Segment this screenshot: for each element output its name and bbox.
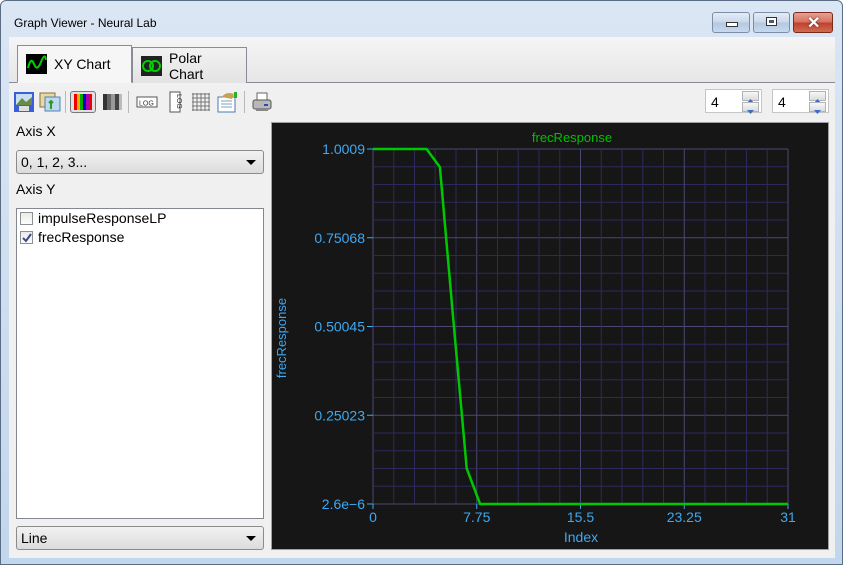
tab-strip: XY Chart Polar Chart bbox=[9, 37, 835, 83]
y-tick-label: 0.50045 bbox=[314, 319, 365, 335]
chevron-down-icon bbox=[246, 160, 256, 165]
spinner-1-value: 4 bbox=[711, 94, 719, 110]
maximize-icon bbox=[766, 17, 777, 26]
y-tick-label: 1.0009 bbox=[322, 141, 365, 157]
series-label: frecResponse bbox=[38, 229, 125, 245]
grid-icon bbox=[192, 93, 210, 111]
properties-icon bbox=[217, 92, 237, 113]
x-tick-label: 23.25 bbox=[667, 509, 702, 525]
axis-y-series-list: impulseResponseLP frecResponse bbox=[16, 208, 264, 519]
svg-text:LOG: LOG bbox=[139, 101, 154, 108]
spinner-2-value: 4 bbox=[778, 94, 786, 110]
print-icon bbox=[252, 92, 272, 111]
series-item-impulseResponseLP[interactable]: impulseResponseLP bbox=[20, 209, 166, 227]
axis-x-label: Axis X bbox=[16, 123, 56, 139]
close-icon: ✕ bbox=[807, 15, 821, 32]
axis-y-label: Axis Y bbox=[16, 181, 56, 197]
minimize-icon bbox=[726, 22, 738, 27]
spinner-2[interactable]: 4 bbox=[772, 89, 829, 114]
y-tick-label: 0.25023 bbox=[314, 407, 365, 423]
tab-label: Polar Chart bbox=[169, 49, 204, 82]
log-x-button[interactable]: LOG bbox=[136, 91, 158, 113]
title-bar[interactable]: Graph Viewer - Neural Lab ✕ bbox=[1, 1, 842, 37]
spinner-1[interactable]: 4 bbox=[705, 89, 762, 114]
spinner-2-up[interactable] bbox=[809, 91, 826, 103]
svg-text:LOG: LOG bbox=[175, 94, 182, 109]
log-y-icon: LOG bbox=[169, 91, 182, 113]
x-tick-label: 31 bbox=[780, 509, 796, 525]
grid-button[interactable] bbox=[190, 91, 212, 113]
spinner-1-up[interactable] bbox=[742, 91, 759, 103]
y-axis-label: frecResponse bbox=[274, 298, 289, 378]
y-tick-label: 0.75068 bbox=[314, 230, 365, 246]
sine-wave-icon bbox=[26, 54, 47, 74]
x-tick-label: 15.5 bbox=[567, 509, 594, 525]
copy-image-button[interactable] bbox=[39, 91, 61, 113]
copy-image-icon bbox=[39, 92, 61, 112]
chart-type-value: Line bbox=[21, 530, 48, 546]
save-image-icon bbox=[14, 92, 34, 112]
client-area: XY Chart Polar Chart LOG LOG 4 4 Axis X … bbox=[9, 37, 835, 558]
print-button[interactable] bbox=[251, 91, 273, 113]
save-image-button[interactable] bbox=[13, 91, 35, 113]
chart-type-select[interactable]: Line bbox=[16, 526, 264, 550]
log-x-icon: LOG bbox=[136, 96, 158, 108]
close-button[interactable]: ✕ bbox=[793, 12, 833, 33]
grayscale-palette-icon bbox=[103, 94, 122, 110]
axis-x-value: 0, 1, 2, 3... bbox=[21, 154, 88, 170]
tab-polar-chart[interactable]: Polar Chart bbox=[132, 47, 247, 83]
series-checkbox[interactable] bbox=[20, 211, 33, 225]
axis-x-select[interactable]: 0, 1, 2, 3... bbox=[16, 150, 264, 174]
spinner-2-down[interactable] bbox=[809, 102, 826, 114]
properties-button[interactable] bbox=[216, 91, 238, 113]
maximize-button[interactable] bbox=[753, 12, 790, 33]
arrow-down-icon bbox=[747, 110, 754, 114]
chevron-down-icon bbox=[246, 536, 256, 541]
xy-chart[interactable]: frecResponse frecResponse Index 0 7.75 15.… bbox=[272, 123, 828, 549]
polar-icon bbox=[141, 55, 162, 76]
checkmark-icon bbox=[22, 232, 32, 243]
color-palette-icon bbox=[74, 94, 92, 110]
series-item-frecResponse[interactable]: frecResponse bbox=[20, 228, 124, 246]
arrow-down-icon bbox=[814, 110, 821, 114]
color-palette-button[interactable] bbox=[70, 91, 96, 113]
x-axis-label: Index bbox=[564, 529, 598, 545]
chart-panel: frecResponse frecResponse Index 0 7.75 15.… bbox=[271, 122, 829, 550]
chart-grid bbox=[372, 148, 789, 505]
x-tick-label: 0 bbox=[369, 509, 377, 525]
grayscale-palette-button[interactable] bbox=[101, 91, 123, 113]
series-label: impulseResponseLP bbox=[38, 210, 167, 226]
toolbar-separator bbox=[244, 91, 245, 113]
toolbar-separator bbox=[128, 91, 129, 113]
series-checkbox[interactable] bbox=[20, 230, 33, 244]
graph-viewer-window: Graph Viewer - Neural Lab ✕ XY Chart Pol… bbox=[0, 0, 843, 565]
spinner-1-down[interactable] bbox=[742, 102, 759, 114]
chart-title: frecResponse bbox=[532, 130, 612, 145]
tab-xy-chart[interactable]: XY Chart bbox=[17, 45, 132, 83]
toolbar-separator bbox=[65, 91, 66, 113]
y-tick-label: 2.6e−6 bbox=[322, 496, 365, 512]
minimize-button[interactable] bbox=[712, 12, 750, 33]
x-tick-label: 7.75 bbox=[463, 509, 490, 525]
window-title: Graph Viewer - Neural Lab bbox=[14, 16, 157, 30]
tab-label: XY Chart bbox=[54, 56, 111, 72]
log-y-button[interactable]: LOG bbox=[164, 91, 186, 113]
